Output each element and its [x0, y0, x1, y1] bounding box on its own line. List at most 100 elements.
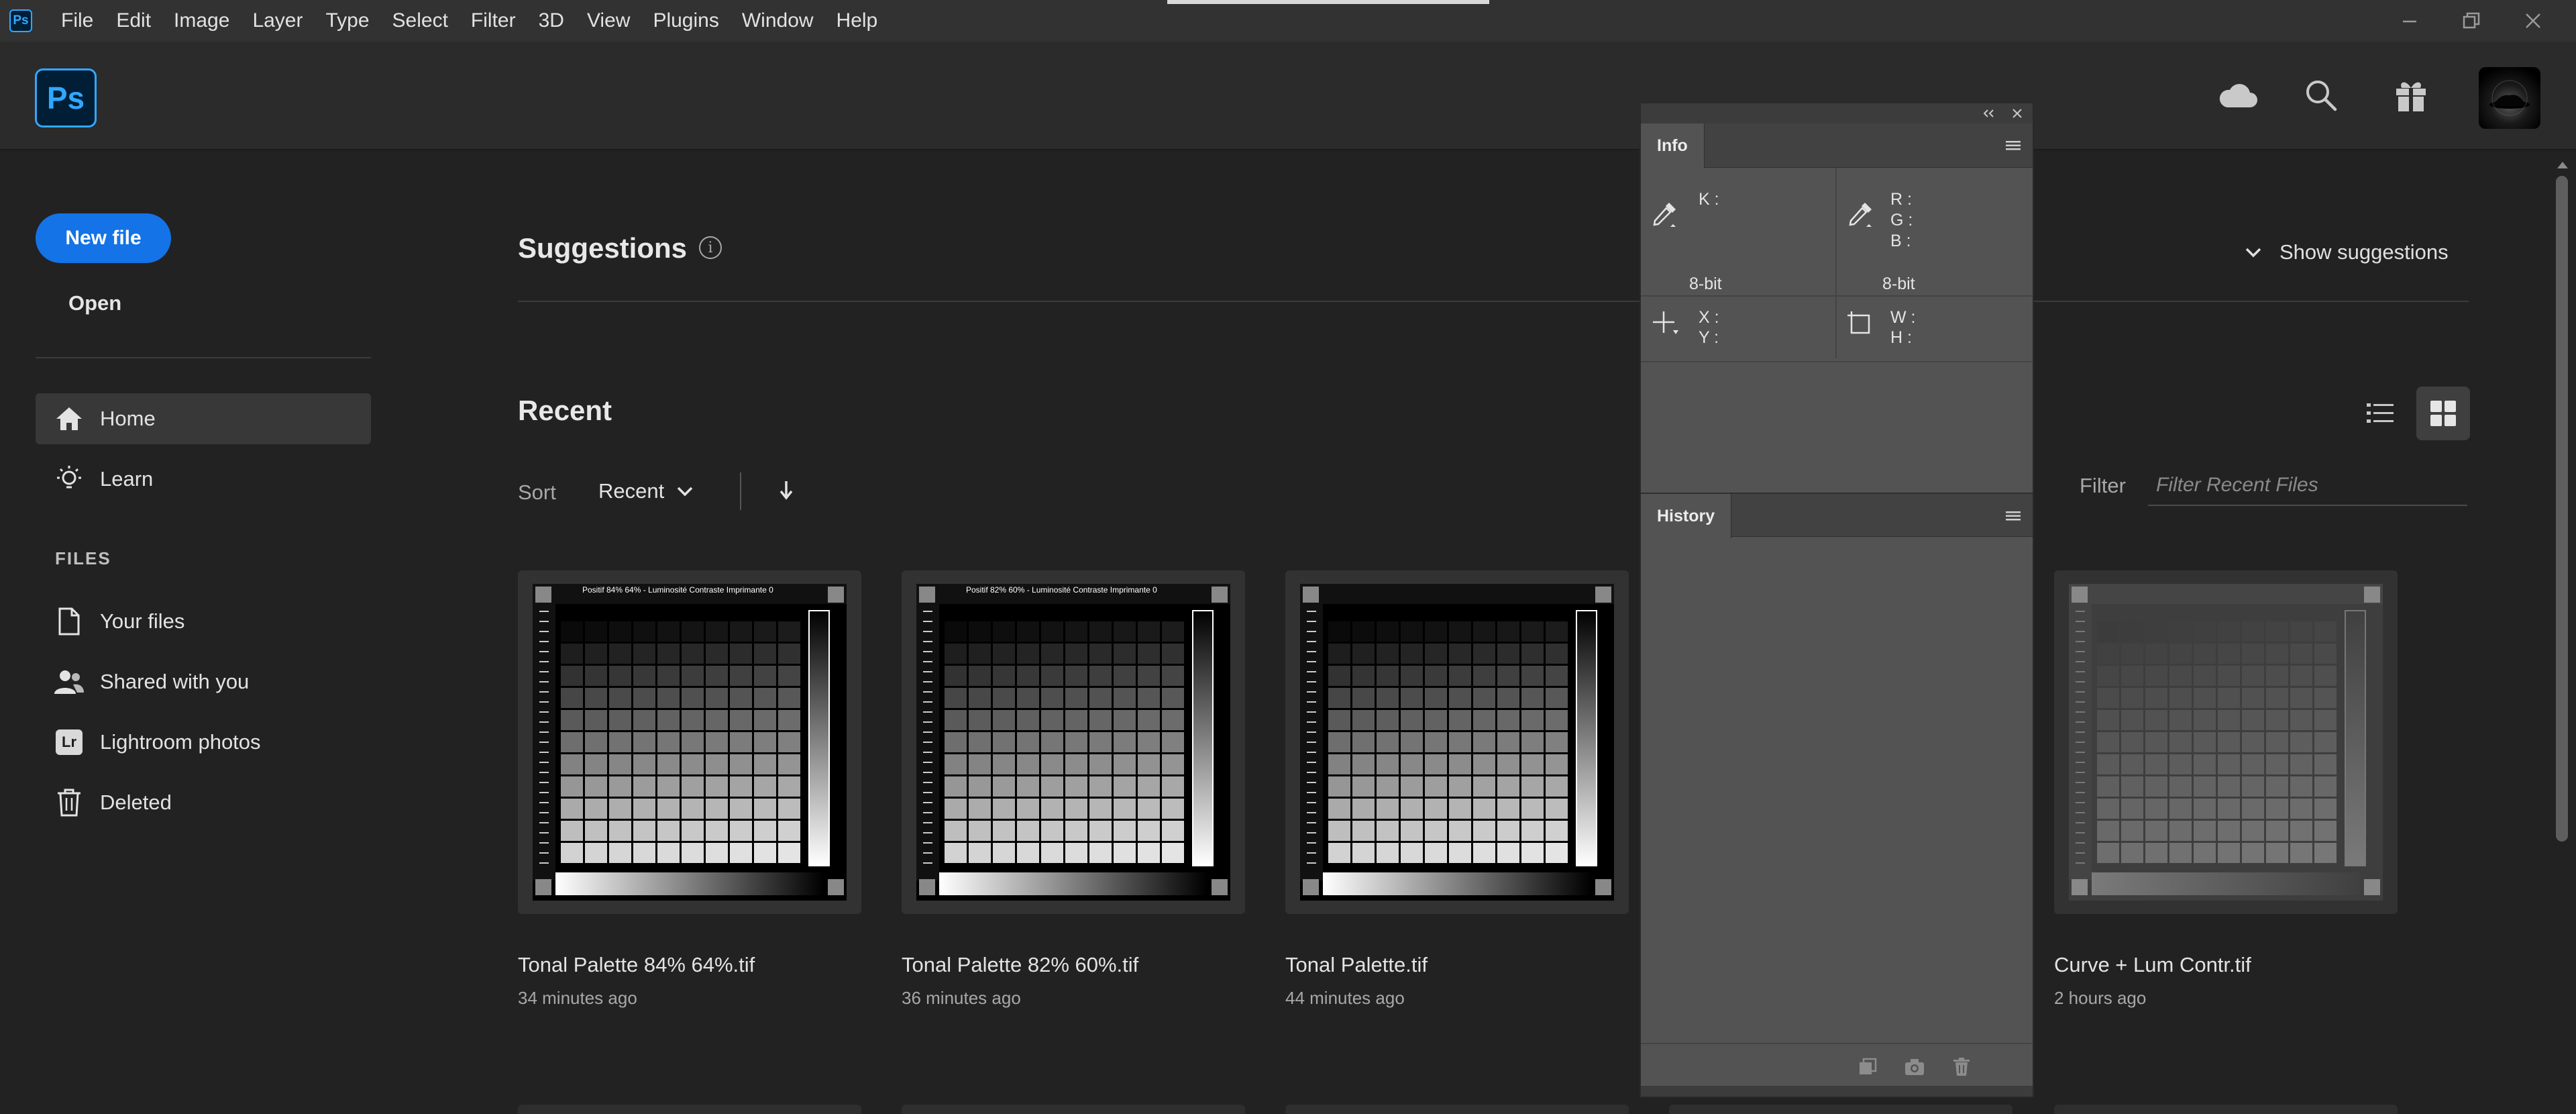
crosshair-icon: [1650, 309, 1680, 342]
sidebar-item-label: Shared with you: [100, 670, 250, 693]
menu-help[interactable]: Help: [825, 0, 890, 42]
file-modified-time: 44 minutes ago: [1285, 988, 1405, 1008]
info-h-label: H :: [1890, 328, 1912, 347]
panel-resize-grip[interactable]: [1641, 1086, 2033, 1097]
file-thumbnail[interactable]: Positif 84% 64% - Luminosité Contraste I…: [518, 570, 861, 914]
panel-menu-icon[interactable]: [2003, 138, 2023, 153]
photoshop-app-icon: Ps: [9, 9, 32, 32]
menu-type[interactable]: Type: [314, 0, 380, 42]
close-panel-icon[interactable]: [2008, 105, 2026, 122]
menu-layer[interactable]: Layer: [241, 0, 314, 42]
menu-filter[interactable]: Filter: [460, 0, 527, 42]
vertical-scrollbar[interactable]: [2549, 152, 2576, 1114]
menu-window[interactable]: Window: [731, 0, 825, 42]
sidebar-item-home[interactable]: Home: [36, 393, 371, 444]
home-icon: [52, 405, 87, 432]
tab-history[interactable]: History: [1641, 494, 1732, 538]
menu-edit[interactable]: Edit: [105, 0, 162, 42]
search-icon[interactable]: [2294, 68, 2348, 122]
recent-file-card[interactable]: [1669, 1105, 2012, 1114]
suggestions-divider: [518, 301, 2469, 302]
lightroom-icon: Lr: [52, 729, 87, 755]
info-readout: K : 8-bit R : G : B : 8-bit X : Y : W : …: [1641, 168, 2033, 358]
info-r-label: R :: [1890, 190, 1912, 209]
info-icon[interactable]: i: [699, 236, 722, 259]
close-window-icon[interactable]: [2517, 5, 2549, 37]
sidebar-item-your-files[interactable]: Your files: [36, 596, 371, 647]
info-g-label: G :: [1890, 211, 1913, 230]
lightroom-badge: Lr: [56, 729, 83, 755]
menu-plugins[interactable]: Plugins: [641, 0, 730, 42]
sidebar-item-label: Home: [100, 407, 156, 430]
sort-dropdown[interactable]: Recent: [598, 476, 694, 506]
recent-file-card[interactable]: Positif 82% 60% - Luminosité Contraste I…: [902, 570, 1245, 1008]
title-drag-indicator: [1167, 0, 1489, 4]
recent-file-card[interactable]: [1285, 1105, 1629, 1114]
info-divider: [1641, 295, 2033, 297]
sidebar-item-learn[interactable]: Learn: [36, 454, 371, 505]
sidebar-item-label: Learn: [100, 467, 154, 491]
collapse-panel-icon[interactable]: [1980, 105, 1998, 122]
recent-file-card[interactable]: [2054, 1105, 2398, 1114]
tab-info[interactable]: Info: [1641, 123, 1705, 168]
chevron-down-icon: [2245, 248, 2261, 258]
info-bitdepth-left: 8-bit: [1689, 274, 1722, 293]
sort-label: Sort: [518, 480, 556, 504]
eyedropper-icon[interactable]: [1846, 200, 1874, 232]
recent-file-card[interactable]: Curve + Lum Contr.tif 2 hours ago: [2054, 570, 2398, 1008]
photoshop-logo[interactable]: Ps: [35, 68, 97, 128]
panel-titlebar[interactable]: [1641, 103, 2033, 123]
sidebar-item-deleted[interactable]: Deleted: [36, 777, 371, 828]
menu-view[interactable]: View: [576, 0, 641, 42]
info-divider: [1835, 168, 1837, 358]
history-list[interactable]: [1641, 560, 2033, 1032]
new-file-button[interactable]: New file: [36, 213, 171, 263]
sort-direction-arrow-icon[interactable]: [771, 475, 801, 505]
restore-icon[interactable]: [2455, 5, 2487, 37]
scroll-up-icon[interactable]: [2555, 158, 2571, 172]
menu-3d[interactable]: 3D: [527, 0, 576, 42]
file-name[interactable]: Tonal Palette.tif: [1285, 953, 1428, 977]
history-footer: [1641, 1043, 2033, 1086]
menu-select[interactable]: Select: [381, 0, 460, 42]
minimize-icon[interactable]: [2394, 5, 2426, 37]
filter-input[interactable]: [2148, 466, 2467, 506]
file-name[interactable]: Tonal Palette 84% 64%.tif: [518, 953, 755, 977]
grid-view-icon[interactable]: [2416, 387, 2470, 440]
sidebar-divider: [36, 357, 371, 358]
file-name[interactable]: Curve + Lum Contr.tif: [2054, 953, 2251, 977]
show-suggestions-toggle[interactable]: Show suggestions: [2245, 238, 2449, 267]
recent-file-card[interactable]: [518, 1105, 861, 1114]
sidebar-item-label: Lightroom photos: [100, 730, 261, 754]
users-icon: [52, 668, 87, 695]
file-name[interactable]: Tonal Palette 82% 60%.tif: [902, 953, 1138, 977]
eyedropper-icon[interactable]: [1650, 200, 1678, 232]
recent-file-card[interactable]: Positif 84% 64% - Luminosité Contraste I…: [518, 570, 861, 1008]
recent-file-card[interactable]: Tonal Palette.tif 44 minutes ago: [1285, 570, 1629, 1008]
delete-state-trash-icon[interactable]: [1949, 1055, 1974, 1079]
selection-size-icon: [1846, 310, 1873, 340]
sidebar-item-lightroom[interactable]: Lr Lightroom photos: [36, 717, 371, 768]
open-button[interactable]: Open: [68, 291, 121, 315]
file-thumbnail[interactable]: [1285, 570, 1629, 914]
sidebar-item-shared[interactable]: Shared with you: [36, 656, 371, 707]
file-thumbnail[interactable]: [2054, 570, 2398, 914]
avatar[interactable]: [2479, 67, 2540, 129]
panel-menu-icon[interactable]: [2003, 509, 2023, 523]
home-main: Suggestions i Show suggestions Recent So…: [416, 152, 2549, 1114]
tonal-palette-image: [916, 584, 1230, 901]
camera-snapshot-icon[interactable]: [1902, 1055, 1927, 1079]
info-y-label: Y :: [1699, 328, 1719, 347]
scrollbar-thumb[interactable]: [2556, 176, 2568, 842]
gift-icon[interactable]: [2384, 68, 2438, 122]
recent-file-card[interactable]: [902, 1105, 1245, 1114]
new-document-from-state-icon[interactable]: [1856, 1055, 1880, 1079]
menu-image[interactable]: Image: [162, 0, 241, 42]
menu-file[interactable]: File: [50, 0, 105, 42]
file-thumbnail[interactable]: Positif 82% 60% - Luminosité Contraste I…: [902, 570, 1245, 914]
tonal-palette-image: [2069, 584, 2383, 901]
list-view-icon[interactable]: [2355, 388, 2406, 439]
trash-icon: [52, 788, 87, 817]
cloud-icon[interactable]: [2211, 68, 2265, 122]
suggestions-title: Suggestions: [518, 232, 688, 264]
